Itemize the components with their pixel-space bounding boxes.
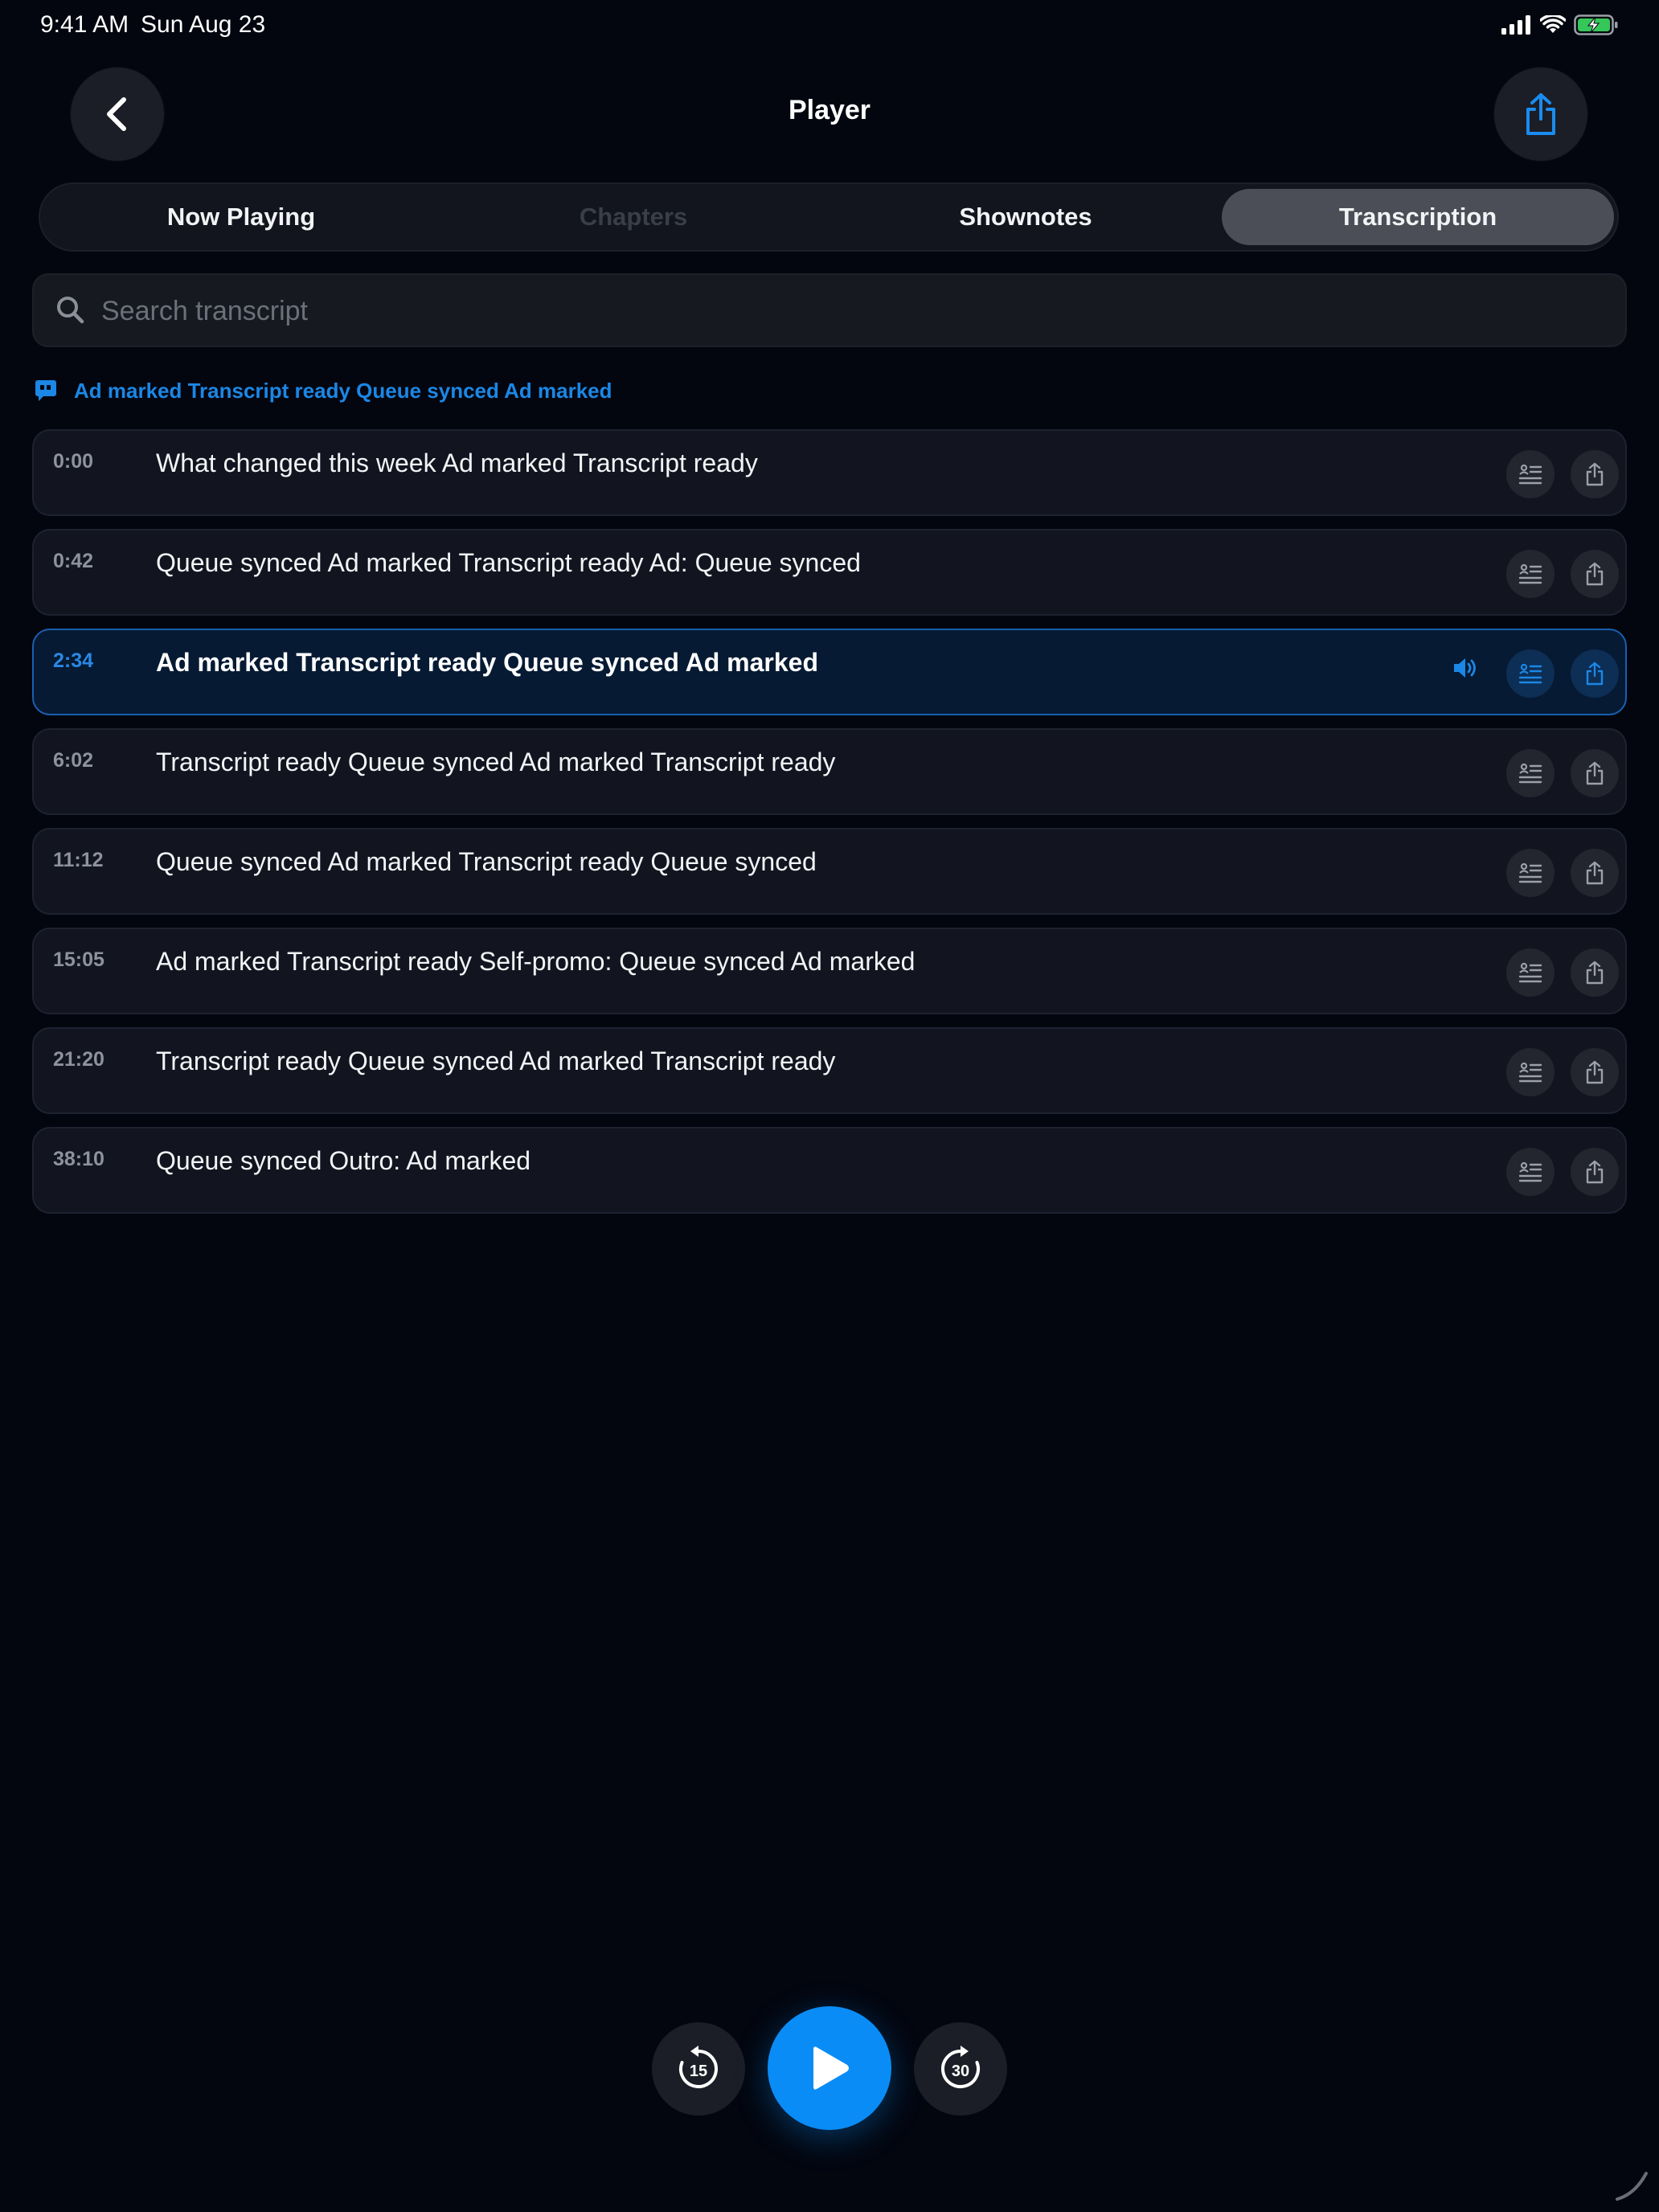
transcript-row-active[interactable]: 2:34 Ad marked Transcript ready Queue sy… bbox=[32, 629, 1627, 715]
segment-share-button[interactable] bbox=[1571, 649, 1619, 698]
segment-share-button[interactable] bbox=[1571, 450, 1619, 498]
transcript-row[interactable]: 0:42 Queue synced Ad marked Transcript r… bbox=[32, 529, 1627, 616]
skip-back-15-icon: 15 bbox=[679, 2046, 718, 2088]
segment-notes-button[interactable] bbox=[1506, 749, 1555, 797]
share-icon bbox=[1586, 662, 1604, 686]
share-icon bbox=[1526, 93, 1555, 135]
resize-grabber-icon bbox=[1616, 2172, 1648, 2201]
share-icon bbox=[1586, 1160, 1604, 1184]
segment-text: Ad marked Transcript ready Self-promo: Q… bbox=[156, 947, 916, 976]
list-person-icon bbox=[1518, 962, 1542, 983]
segment-notes-button[interactable] bbox=[1506, 849, 1555, 897]
page-title: Player bbox=[788, 95, 871, 125]
segment-notes-button[interactable] bbox=[1506, 649, 1555, 698]
share-icon bbox=[1586, 961, 1604, 985]
cellular-signal-icon bbox=[1501, 15, 1530, 35]
skip-back-button[interactable]: 15 bbox=[652, 2022, 745, 2116]
share-icon bbox=[1586, 861, 1604, 885]
status-bar: 9:41 AM Sun Aug 23 bbox=[0, 0, 1659, 51]
search-input[interactable] bbox=[100, 275, 1598, 347]
wifi-icon bbox=[1540, 15, 1566, 33]
banner-text: Ad marked Transcript ready Queue synced … bbox=[74, 378, 612, 403]
transcript-list: 0:00 What changed this week Ad marked Tr… bbox=[32, 429, 1627, 1227]
skip-forward-label: 30 bbox=[952, 2062, 969, 2080]
segment-timestamp: 15:05 bbox=[53, 948, 104, 971]
share-icon bbox=[1586, 462, 1604, 486]
segment-text: Queue synced Ad marked Transcript ready … bbox=[156, 847, 817, 876]
status-date: Sun Aug 23 bbox=[141, 11, 266, 38]
segment-text: Queue synced Outro: Ad marked bbox=[156, 1146, 531, 1175]
list-person-icon bbox=[1518, 862, 1542, 883]
transcript-row[interactable]: 6:02 Transcript ready Queue synced Ad ma… bbox=[32, 728, 1627, 815]
current-segment-banner: Ad marked Transcript ready Queue synced … bbox=[34, 375, 612, 407]
segment-notes-button[interactable] bbox=[1506, 550, 1555, 598]
skip-forward-button[interactable]: 30 bbox=[914, 2022, 1007, 2116]
segment-timestamp: 38:10 bbox=[53, 1148, 104, 1170]
list-person-icon bbox=[1518, 1161, 1542, 1182]
list-person-icon bbox=[1518, 464, 1542, 485]
tab-now-playing[interactable]: Now Playing bbox=[45, 189, 437, 245]
segment-share-button[interactable] bbox=[1571, 849, 1619, 897]
list-person-icon bbox=[1518, 563, 1542, 584]
segment-share-button[interactable] bbox=[1571, 749, 1619, 797]
segment-notes-button[interactable] bbox=[1506, 1048, 1555, 1096]
transcript-row[interactable]: 11:12 Queue synced Ad marked Transcript … bbox=[32, 828, 1627, 915]
transcript-row[interactable]: 0:00 What changed this week Ad marked Tr… bbox=[32, 429, 1627, 516]
segment-share-button[interactable] bbox=[1571, 1048, 1619, 1096]
segment-timestamp: 6:02 bbox=[53, 749, 94, 772]
segment-text: Queue synced Ad marked Transcript ready … bbox=[156, 548, 861, 577]
tab-transcription[interactable]: Transcription bbox=[1222, 189, 1614, 245]
segment-share-button[interactable] bbox=[1571, 948, 1619, 997]
skip-back-label: 15 bbox=[690, 2062, 707, 2080]
segment-text: Transcript ready Queue synced Ad marked … bbox=[156, 748, 836, 776]
segment-timestamp: 0:00 bbox=[53, 450, 94, 473]
transcript-row[interactable]: 38:10 Queue synced Outro: Ad marked bbox=[32, 1127, 1627, 1214]
segment-share-button[interactable] bbox=[1571, 1148, 1619, 1196]
search-icon bbox=[57, 297, 84, 324]
player-controls: 15 30 bbox=[0, 2006, 1659, 2135]
tab-shownotes[interactable]: Shownotes bbox=[830, 189, 1222, 245]
status-time: 9:41 AM bbox=[40, 11, 129, 38]
battery-charging-icon bbox=[1574, 14, 1618, 35]
list-person-icon bbox=[1518, 763, 1542, 784]
segment-notes-button[interactable] bbox=[1506, 948, 1555, 997]
segment-timestamp: 21:20 bbox=[53, 1048, 104, 1071]
status-icons bbox=[1501, 14, 1619, 35]
play-button[interactable] bbox=[768, 2006, 891, 2130]
share-icon bbox=[1586, 562, 1604, 586]
quote-bubble-icon bbox=[35, 380, 56, 401]
transcript-row[interactable]: 15:05 Ad marked Transcript ready Self-pr… bbox=[32, 928, 1627, 1014]
share-icon bbox=[1586, 1060, 1604, 1084]
segment-timestamp: 0:42 bbox=[53, 550, 94, 572]
skip-forward-30-icon: 30 bbox=[941, 2046, 980, 2088]
segment-timestamp: 2:34 bbox=[53, 649, 94, 672]
segment-share-button[interactable] bbox=[1571, 550, 1619, 598]
list-person-icon bbox=[1518, 1062, 1542, 1083]
tab-chapters[interactable]: Chapters bbox=[437, 189, 830, 245]
play-icon bbox=[813, 2046, 849, 2090]
segment-text: Transcript ready Queue synced Ad marked … bbox=[156, 1047, 836, 1075]
search-bar bbox=[32, 273, 1627, 347]
speaker-playing-icon bbox=[1454, 658, 1476, 678]
share-button[interactable] bbox=[1494, 68, 1587, 161]
segment-notes-button[interactable] bbox=[1506, 1148, 1555, 1196]
transcript-row[interactable]: 21:20 Transcript ready Queue synced Ad m… bbox=[32, 1027, 1627, 1114]
segment-notes-button[interactable] bbox=[1506, 450, 1555, 498]
segment-timestamp: 11:12 bbox=[53, 849, 104, 871]
share-icon bbox=[1586, 761, 1604, 785]
segment-text: What changed this week Ad marked Transcr… bbox=[156, 449, 758, 477]
segment-text: Ad marked Transcript ready Queue synced … bbox=[156, 648, 819, 677]
list-person-icon bbox=[1518, 663, 1542, 684]
segmented-tabs: Now Playing Chapters Shownotes Transcrip… bbox=[39, 182, 1619, 252]
